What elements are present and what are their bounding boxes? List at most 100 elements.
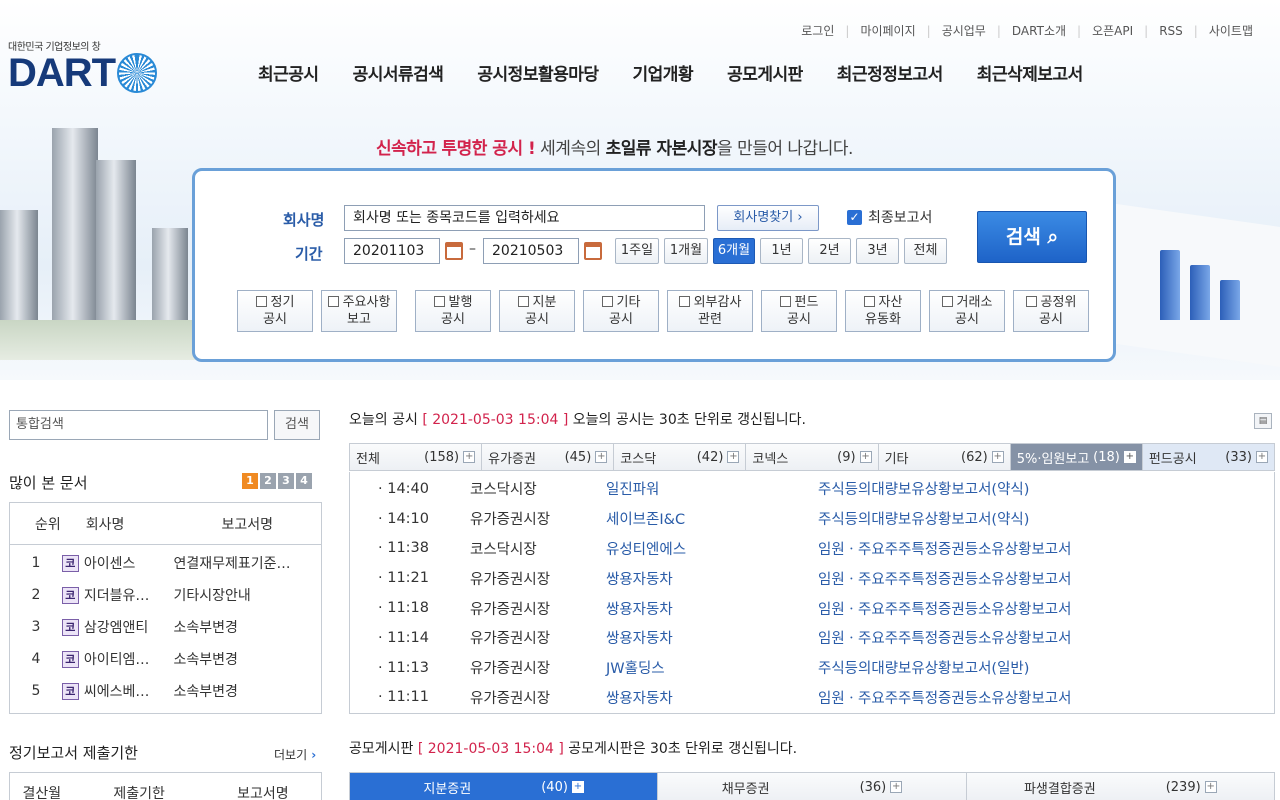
calendar-icon[interactable] <box>584 242 602 260</box>
page-2[interactable]: 2 <box>260 473 276 489</box>
date-to-input[interactable]: 20210503 <box>483 238 579 264</box>
company-link[interactable]: 쌍용자동차 <box>606 687 818 708</box>
tab-fund[interactable]: 펀드공시 (33) + <box>1142 444 1274 470</box>
tab-konex[interactable]: 코넥스 (9) + <box>746 444 879 470</box>
report-link[interactable]: 임원ㆍ주요주주특정증권등소유상황보고서 <box>818 538 1274 559</box>
list-item: · 11:11 유가증권시장 쌍용자동차 임원ㆍ주요주주특정증권등소유상황보고서 <box>350 683 1274 713</box>
table-row[interactable]: 3 코 삼강엠앤티 소속부변경 <box>10 611 321 643</box>
period-2years[interactable]: 2년 <box>808 238 851 264</box>
tab-kospi[interactable]: 유가증권 (45) + <box>482 444 615 470</box>
table-row[interactable]: 4 코 아이티엠… 소속부변경 <box>10 643 321 675</box>
mypage-link[interactable]: 마이페이지 <box>849 22 926 39</box>
period-1year[interactable]: 1년 <box>760 238 803 264</box>
company-link[interactable]: JW홀딩스 <box>606 657 818 678</box>
report-link[interactable]: 임원ㆍ주요주주특정증권등소유상황보고서 <box>818 568 1274 589</box>
period-all[interactable]: 전체 <box>904 238 947 264</box>
report-link[interactable]: 주식등의대량보유상황보고서(일반) <box>818 657 1274 678</box>
tab-5pct-executive[interactable]: 5%·임원보고 (18) + <box>1010 444 1143 470</box>
category-fund[interactable]: 펀드 공시 <box>761 290 837 332</box>
nav-offering-board[interactable]: 공모게시판 <box>727 60 803 85</box>
category-line: 공시 <box>787 312 811 327</box>
company-link[interactable]: 쌍용자동차 <box>606 627 818 648</box>
plus-icon[interactable]: + <box>463 451 476 463</box>
integrated-search-button[interactable]: 검색 <box>274 410 320 440</box>
report-link[interactable]: 임원ㆍ주요주주특정증권등소유상황보고서 <box>818 687 1274 708</box>
tab-all[interactable]: 전체 (158) + <box>350 444 483 470</box>
category-equity[interactable]: 지분 공시 <box>499 290 575 332</box>
nav-company-overview[interactable]: 기업개황 <box>633 60 694 85</box>
page-3[interactable]: 3 <box>278 473 294 489</box>
find-company-button[interactable]: 회사명찾기 › <box>717 205 819 231</box>
tab-kosdaq[interactable]: 코스닥 (42) + <box>614 444 747 470</box>
integrated-search-input[interactable]: 통합검색 <box>9 410 268 440</box>
plus-icon[interactable]: + <box>595 451 608 463</box>
date-from-input[interactable]: 20201103 <box>344 238 440 264</box>
company-link[interactable]: 유성티엔에스 <box>606 538 818 559</box>
print-icon[interactable]: ▤ <box>1254 413 1272 429</box>
company-search-input[interactable]: 회사명 또는 종목코드를 입력하세요 <box>344 205 705 231</box>
plus-icon[interactable]: + <box>1255 451 1268 463</box>
open-api-link[interactable]: 오픈API <box>1081 22 1144 39</box>
calendar-icon[interactable] <box>445 242 463 260</box>
dart-logo[interactable]: 대한민국 기업정보의 창 DART <box>8 38 158 93</box>
report-link[interactable]: 주식등의대량보유상황보고서(약식) <box>818 508 1274 529</box>
period-1month[interactable]: 1개월 <box>664 238 708 264</box>
company-link[interactable]: 세이브존I&C <box>606 508 818 529</box>
report-link[interactable]: 주식등의대량보유상황보고서(약식) <box>818 478 1274 499</box>
period-3years[interactable]: 3년 <box>856 238 899 264</box>
search-button[interactable]: 검색 ⌕ <box>977 211 1087 263</box>
category-other[interactable]: 기타 공시 <box>583 290 659 332</box>
company-link[interactable]: 일진파워 <box>606 478 818 499</box>
category-major[interactable]: 주요사항 보고 <box>321 290 397 332</box>
plus-icon[interactable]: + <box>1204 781 1217 793</box>
nav-recent-deletions[interactable]: 최근삭제보고서 <box>977 60 1083 85</box>
nav-document-search[interactable]: 공시서류검색 <box>353 60 444 85</box>
page-1[interactable]: 1 <box>242 473 258 489</box>
nav-info-utilization[interactable]: 공시정보활용마당 <box>477 60 599 85</box>
report-link[interactable]: 임원ㆍ주요주주특정증권등소유상황보고서 <box>818 627 1274 648</box>
category-line: 공시 <box>1039 312 1063 327</box>
market-cell: 유가증권시장 <box>470 631 551 648</box>
plus-icon[interactable]: + <box>1123 451 1136 463</box>
company-link[interactable]: 쌍용자동차 <box>606 568 818 589</box>
category-regular[interactable]: 정기 공시 <box>237 290 313 332</box>
page-4[interactable]: 4 <box>296 473 312 489</box>
tab-other[interactable]: 기타 (62) + <box>878 444 1011 470</box>
category-ftc[interactable]: 공정위 공시 <box>1013 290 1089 332</box>
plus-icon[interactable]: + <box>859 451 872 463</box>
final-report-checkbox[interactable]: ✓ 최종보고서 <box>847 207 932 227</box>
tab-label: 전체 <box>356 451 380 467</box>
period-6months[interactable]: 6개월 <box>713 238 755 264</box>
nav-recent-corrections[interactable]: 최근정정보고서 <box>837 60 943 85</box>
dart-about-link[interactable]: DART소개 <box>1001 22 1077 39</box>
tab-derivative-securities[interactable]: 파생결합증권 (239) + <box>966 773 1274 800</box>
table-row[interactable]: 1 코 아이센스 연결재무제표기준… <box>10 547 321 579</box>
disclosure-work-link[interactable]: 공시업무 <box>931 22 997 39</box>
slogan-part: 세계속의 <box>535 139 606 159</box>
table-row[interactable]: 2 코 지더블유… 기타시장안내 <box>10 579 321 611</box>
tab-equity-securities[interactable]: 지분증권 (40) + <box>350 773 659 800</box>
company-link[interactable]: 쌍용자동차 <box>606 598 818 619</box>
category-line: 외부감사 <box>693 295 742 310</box>
rss-link[interactable]: RSS <box>1148 24 1194 38</box>
checkbox-icon <box>517 296 529 307</box>
tab-label: 코스닥 <box>620 451 657 467</box>
plus-icon[interactable]: + <box>727 451 740 463</box>
plus-icon[interactable]: + <box>991 451 1004 463</box>
sitemap-link[interactable]: 사이트맵 <box>1198 22 1264 39</box>
more-link[interactable]: 더보기 › <box>274 746 316 763</box>
category-issuance[interactable]: 발행 공시 <box>415 290 491 332</box>
category-external-audit[interactable]: 외부감사 관련 <box>667 290 753 332</box>
report-link[interactable]: 임원ㆍ주요주주특정증권등소유상황보고서 <box>818 598 1274 619</box>
plus-icon[interactable]: + <box>890 781 903 793</box>
table-row[interactable]: 5 코 씨에스베… 소속부변경 <box>10 675 321 707</box>
period-1week[interactable]: 1주일 <box>615 238 659 264</box>
nav-recent-disclosure[interactable]: 최근공시 <box>258 60 319 85</box>
category-exchange[interactable]: 거래소 공시 <box>929 290 1005 332</box>
login-link[interactable]: 로그인 <box>790 22 845 39</box>
slogan-part: 초일류 <box>605 139 652 159</box>
category-line: 공시 <box>525 312 549 327</box>
category-securitization[interactable]: 자산 유동화 <box>845 290 921 332</box>
tab-debt-securities[interactable]: 채무증권 (36) + <box>658 773 967 800</box>
plus-icon[interactable]: + <box>571 781 584 793</box>
